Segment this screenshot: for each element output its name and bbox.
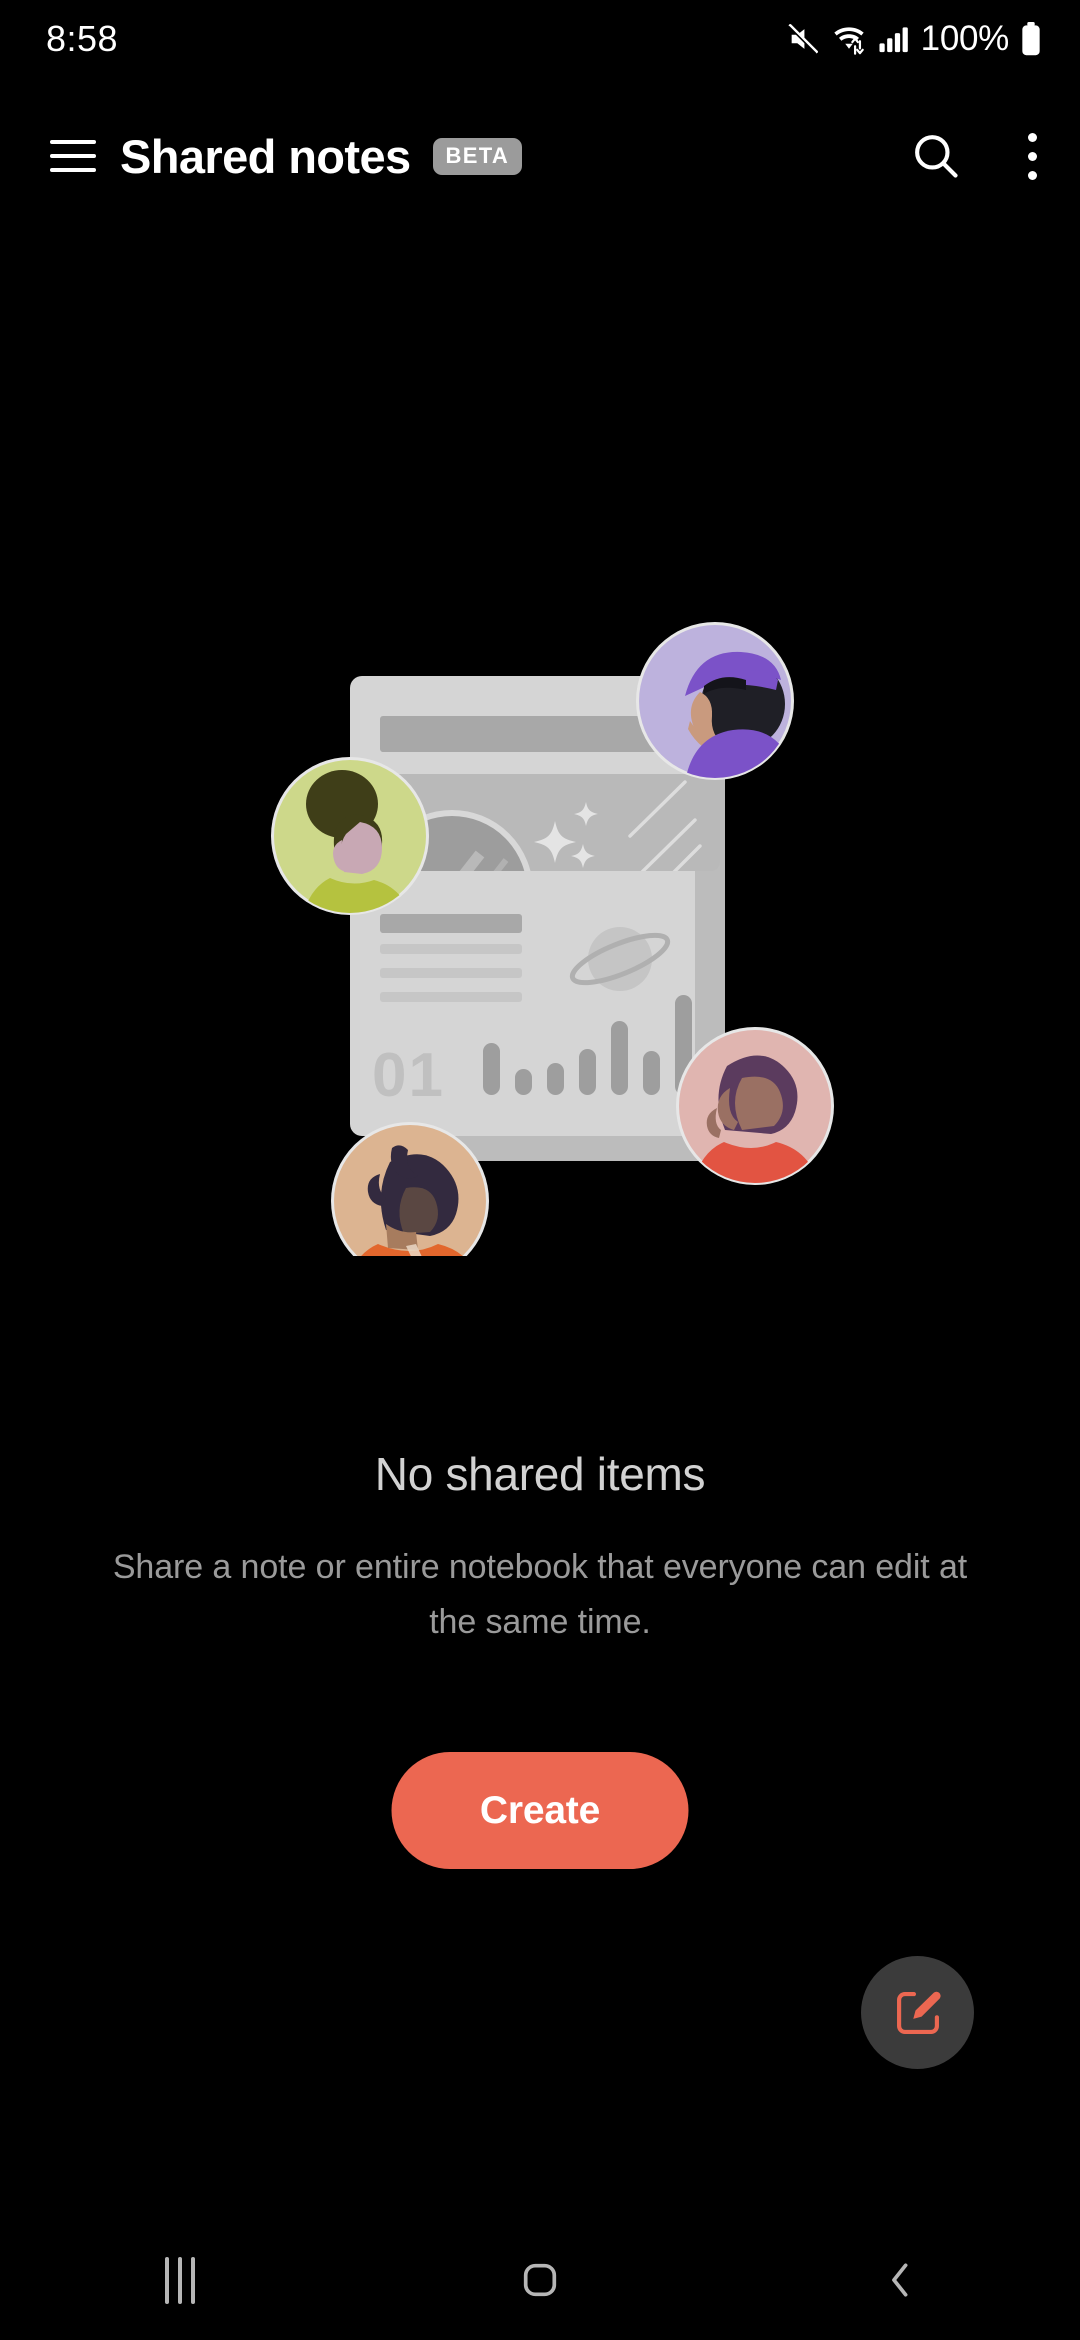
- wifi-icon: [833, 27, 864, 55]
- mute-icon: [788, 24, 818, 54]
- create-button[interactable]: Create: [391, 1752, 689, 1869]
- battery-icon: [1022, 22, 1040, 56]
- search-button[interactable]: [888, 110, 984, 202]
- page-title: Shared notes: [120, 129, 411, 183]
- more-vertical-icon: [1027, 132, 1037, 180]
- more-options-button[interactable]: [984, 110, 1080, 202]
- home-icon: [523, 2263, 557, 2297]
- status-icons: 100%: [786, 19, 1042, 59]
- illustration-area: 01: [0, 596, 1080, 1256]
- app-bar: Shared notes BETA: [0, 110, 1080, 202]
- compose-note-fab[interactable]: [861, 1956, 974, 2069]
- empty-state-title: No shared items: [374, 1448, 706, 1500]
- signal-icon: [879, 27, 908, 53]
- back-icon: [892, 2263, 908, 2297]
- empty-state-description: Share a note or entire notebook that eve…: [112, 1548, 968, 1641]
- search-icon: [915, 135, 958, 178]
- back-button[interactable]: [720, 2220, 1080, 2340]
- battery-percent: 100%: [920, 19, 1010, 58]
- system-navigation-bar: [0, 2220, 1080, 2340]
- shared-notes-empty-illustration: 01: [271, 622, 834, 1256]
- home-button[interactable]: [360, 2220, 720, 2340]
- recents-button[interactable]: [0, 2220, 360, 2340]
- recents-icon: [165, 2256, 195, 2304]
- hamburger-icon[interactable]: [30, 110, 116, 202]
- status-bar: 8:58 100%: [0, 0, 1080, 78]
- beta-badge: BETA: [432, 137, 523, 175]
- svg-text:01: 01: [372, 1041, 445, 1110]
- status-time: 8:58: [46, 18, 119, 59]
- phone-screen: 8:58 100% Shared notes BETA 01 No shared…: [0, 0, 1080, 2340]
- compose-note-icon: [896, 1991, 941, 2034]
- avatar-salmon: [676, 1027, 834, 1185]
